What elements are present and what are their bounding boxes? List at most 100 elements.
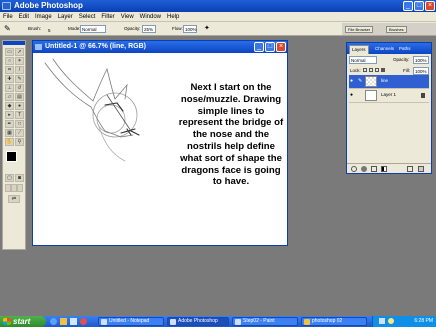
hand-tool-icon[interactable]: ✋ <box>5 138 14 146</box>
menu-image[interactable]: Image <box>32 12 55 22</box>
menu-window[interactable]: Window <box>137 12 164 22</box>
paint-icon <box>235 319 241 325</box>
blend-mode-select[interactable]: Normal <box>349 56 377 64</box>
start-button[interactable]: start <box>0 316 46 327</box>
pen-tool-icon[interactable]: ✒ <box>5 120 14 128</box>
history-brush-tool-icon[interactable]: ↺ <box>15 84 24 92</box>
tab-layers[interactable]: Layers <box>349 45 369 54</box>
layer-name: line <box>381 78 389 83</box>
type-tool-icon[interactable]: T <box>15 111 24 119</box>
task-notepad[interactable]: Untitled - Notepad <box>98 317 164 326</box>
tab-channels[interactable]: Channels <box>373 45 396 54</box>
lasso-tool-icon[interactable]: ○ <box>5 57 14 65</box>
menu-edit[interactable]: Edit <box>16 12 32 22</box>
zoom-tool-icon[interactable]: ⚲ <box>15 138 24 146</box>
toolbox-grip <box>3 41 25 45</box>
folder-icon <box>304 319 310 325</box>
move-tool-icon[interactable]: ➚ <box>15 48 24 56</box>
crop-tool-icon[interactable]: ⌗ <box>5 66 14 74</box>
media-quicklaunch-icon[interactable] <box>70 318 77 325</box>
explorer-quicklaunch-icon[interactable] <box>60 318 67 325</box>
tab-paths[interactable]: Paths <box>397 45 413 54</box>
visibility-eye-icon[interactable]: ● <box>350 78 356 84</box>
menu-layer[interactable]: Layer <box>55 12 76 22</box>
network-tray-icon[interactable] <box>379 318 385 324</box>
marquee-tool-icon[interactable]: ▭ <box>5 48 14 56</box>
document-maximize-button[interactable]: □ <box>265 42 275 52</box>
opacity-field[interactable]: 25% <box>142 25 156 33</box>
new-layer-icon[interactable] <box>407 166 413 172</box>
menu-view[interactable]: View <box>118 12 137 22</box>
slice-tool-icon[interactable]: / <box>15 66 24 74</box>
visibility-eye-icon[interactable]: ● <box>350 92 356 98</box>
magic-wand-tool-icon[interactable]: ✶ <box>15 57 24 65</box>
menu-file[interactable]: File <box>0 12 16 22</box>
tray-icon[interactable] <box>388 318 394 324</box>
dodge-tool-icon[interactable]: ● <box>15 102 24 110</box>
canvas[interactable]: Next I start on the nose/muzzle. Drawing… <box>33 53 287 245</box>
app-title: Adobe Photoshop <box>14 1 83 10</box>
task-photoshop[interactable]: Adobe Photoshop <box>167 317 229 326</box>
flow-label: Flow: <box>172 26 183 31</box>
document-titlebar: Untitled-1 @ 66.7% (line, RGB) <box>33 41 287 53</box>
trash-icon[interactable] <box>418 166 424 172</box>
eyedropper-tool-icon[interactable]: ⟋ <box>15 129 24 137</box>
notepad-icon <box>101 319 107 325</box>
mode-label: Mode: <box>68 26 81 31</box>
lock-transparency-icon[interactable] <box>363 68 367 72</box>
task-photoshop-02-folder[interactable]: photoshop 02 <box>301 317 367 326</box>
healing-brush-tool-icon[interactable]: ✚ <box>5 75 14 83</box>
path-selection-tool-icon[interactable]: ▸ <box>5 111 14 119</box>
layer-row-line[interactable]: ● ✎ line <box>349 75 429 89</box>
lock-pixels-icon[interactable] <box>369 68 373 72</box>
layers-palette: Layers Channels Paths Normal Opacity: 10… <box>346 42 432 174</box>
file-browser-tab[interactable]: File Browser <box>345 26 374 33</box>
airbrush-icon[interactable]: ✦ <box>204 25 212 33</box>
screen-mode-full-icon[interactable] <box>17 184 23 192</box>
brushes-tab[interactable]: Brushes <box>386 26 407 33</box>
mode-select[interactable]: Normal <box>80 25 106 33</box>
brush-tool-icon[interactable]: ✎ <box>4 24 20 34</box>
toolbox: ▭ ➚ ○ ✶ ⌗ / ✚ ✎ ⊥ ↺ ▱ ▤ ◆ ● ▸ T ✒ □ ▦ ⟋ … <box>2 40 26 250</box>
menu-select[interactable]: Select <box>76 12 99 22</box>
brush-tool-icon[interactable]: ✎ <box>15 75 24 83</box>
close-button[interactable]: × <box>425 1 435 11</box>
document-minimize-button[interactable]: _ <box>254 42 264 52</box>
eraser-tool-icon[interactable]: ▱ <box>5 93 14 101</box>
blur-tool-icon[interactable]: ◆ <box>5 102 14 110</box>
layer-set-icon[interactable] <box>371 166 377 172</box>
layers-palette-titlebar: Layers Channels Paths <box>347 43 431 54</box>
standard-mode-icon[interactable]: ▢ <box>5 174 14 182</box>
minimize-button[interactable]: _ <box>403 1 413 11</box>
ie-quicklaunch-icon[interactable] <box>50 318 57 325</box>
document-close-button[interactable]: × <box>276 42 286 52</box>
messenger-quicklaunch-icon[interactable] <box>80 318 87 325</box>
layer-row-layer-1[interactable]: ● Layer 1 <box>349 89 429 103</box>
photoshop-app-icon <box>2 2 11 10</box>
lock-position-icon[interactable] <box>375 68 379 72</box>
layer-opacity-label: Opacity: <box>393 57 410 62</box>
jump-to-imageready-icon[interactable]: ⇄ <box>8 195 20 203</box>
menu-filter[interactable]: Filter <box>98 12 117 22</box>
foreground-color-swatch[interactable] <box>6 151 17 162</box>
windows-logo-icon <box>3 318 11 325</box>
shape-tool-icon[interactable]: □ <box>15 120 24 128</box>
menu-help[interactable]: Help <box>164 12 182 22</box>
layer-opacity-field[interactable]: 100% <box>413 56 429 64</box>
layer-mask-icon[interactable] <box>361 166 367 172</box>
adjustment-layer-icon[interactable] <box>381 166 387 172</box>
flow-field[interactable]: 100% <box>183 25 197 33</box>
brush-size[interactable]: 5 <box>48 28 51 33</box>
quick-mask-mode-icon[interactable]: ◙ <box>15 174 24 182</box>
start-label: start <box>13 317 31 326</box>
layer-style-icon[interactable] <box>351 166 357 172</box>
task-paint[interactable]: Step02 - Paint <box>232 317 298 326</box>
lock-all-icon[interactable] <box>381 68 385 72</box>
clone-stamp-tool-icon[interactable]: ⊥ <box>5 84 14 92</box>
task-label: Adobe Photoshop <box>178 318 218 324</box>
gradient-tool-icon[interactable]: ▤ <box>15 93 24 101</box>
tutorial-text: Next I start on the nose/muzzle. Drawing… <box>178 82 284 188</box>
notes-tool-icon[interactable]: ▦ <box>5 129 14 137</box>
fill-field[interactable]: 100% <box>413 67 429 75</box>
maximize-button[interactable]: □ <box>414 1 424 11</box>
